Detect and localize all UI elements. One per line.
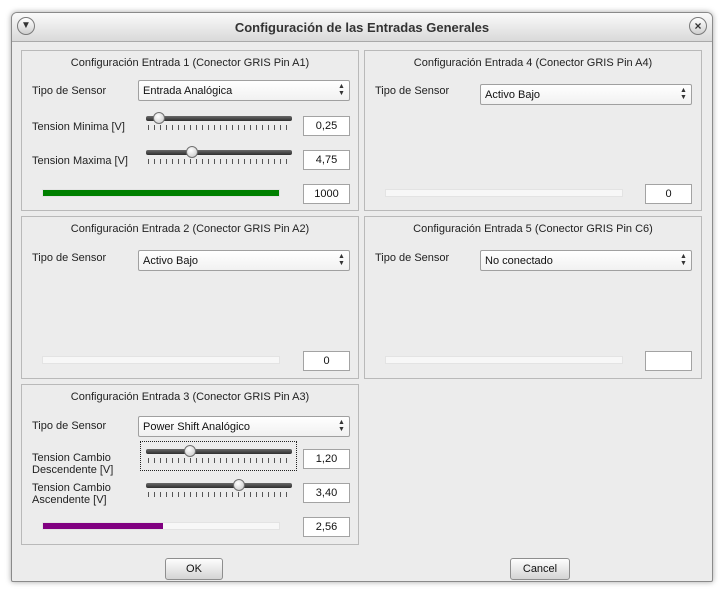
shift-up-label-line-1: Tension Cambio [32,482,111,494]
min-voltage-slider[interactable] [146,116,292,121]
sensor-type-select[interactable]: Entrada Analógica ▲ ▼ [138,80,350,101]
panel-title: Configuración Entrada 5 (Conector GRIS P… [413,223,653,235]
max-voltage-label: Tension Maxima [V] [32,155,128,167]
input-level-value [645,351,692,371]
sensor-type-select[interactable]: No conectado ▲ ▼ [480,250,692,271]
panel-entrada-3: Configuración Entrada 3 (Conector GRIS P… [21,384,359,545]
panel-entrada-2: Configuración Entrada 2 (Conector GRIS P… [21,216,359,379]
input-level-bar [42,356,280,364]
updown-arrow-icon: ▲ ▼ [680,253,687,267]
input-level-value: 0 [303,351,350,371]
slider-ticks [148,458,292,463]
sensor-type-label: Tipo de Sensor [32,85,107,97]
panel-entrada-1: Configuración Entrada 1 (Conector GRIS P… [21,50,359,211]
input-level-bar [42,189,280,197]
slider-ticks [148,125,292,130]
max-voltage-value[interactable]: 4,75 [303,150,350,170]
shift-down-slider[interactable] [146,449,292,454]
shift-up-value[interactable]: 3,40 [303,483,350,503]
input-level-value: 2,56 [303,517,350,537]
panel-title: Configuración Entrada 1 (Conector GRIS P… [70,57,310,69]
shift-down-label-line-1: Tension Cambio [32,452,111,464]
sensor-type-value: Activo Bajo [143,255,199,267]
updown-arrow-icon: ▲ ▼ [680,87,687,101]
ok-button[interactable]: OK [165,558,223,580]
sensor-type-label: Tipo de Sensor [32,420,107,432]
shift-down-slider-handle[interactable] [183,445,196,457]
slider-ticks [148,159,292,164]
input-level-value: 0 [645,184,692,204]
focus-outline [140,441,297,471]
input-level-bar [385,356,623,364]
min-voltage-value[interactable]: 0,25 [303,116,350,136]
sensor-type-label: Tipo de Sensor [375,85,450,97]
shift-down-label: Tension Cambio Descendente [V] [32,452,113,476]
updown-arrow-icon: ▲ ▼ [338,83,345,97]
input-level-bar [385,189,623,197]
window-title: Configuración de las Entradas Generales [234,20,490,35]
panel-title: Configuración Entrada 3 (Conector GRIS P… [70,391,310,403]
sensor-type-select[interactable]: Power Shift Analógico ▲ ▼ [138,416,350,437]
shift-down-value[interactable]: 1,20 [303,449,350,469]
sensor-type-value: Entrada Analógica [143,85,233,97]
shift-up-slider[interactable] [146,483,292,488]
input-level-value: 1000 [303,184,350,204]
shift-up-slider-handle[interactable] [233,479,246,491]
panel-entrada-5: Configuración Entrada 5 (Conector GRIS P… [364,216,702,379]
title-bar: ▼ Configuración de las Entradas Generale… [12,13,712,42]
sensor-type-value: Power Shift Analógico [143,421,251,433]
panel-title: Configuración Entrada 2 (Conector GRIS P… [70,223,310,235]
max-voltage-slider-handle[interactable] [186,146,199,158]
input-level-fill [43,523,164,529]
sensor-type-label: Tipo de Sensor [32,252,107,264]
sensor-type-value: Activo Bajo [485,89,541,101]
updown-arrow-icon: ▲ ▼ [338,419,345,433]
min-voltage-label: Tension Minima [V] [32,121,125,133]
sensor-type-value: No conectado [485,255,553,267]
max-voltage-slider[interactable] [146,150,292,155]
shift-up-label-line-2: Ascendente [V] [32,494,107,506]
panel-title: Configuración Entrada 4 (Conector GRIS P… [413,57,653,69]
panel-entrada-4: Configuración Entrada 4 (Conector GRIS P… [364,50,702,211]
shift-down-label-line-2: Descendente [V] [32,464,114,476]
sensor-type-select[interactable]: Activo Bajo ▲ ▼ [138,250,350,271]
shift-up-label: Tension Cambio Ascendente [V] [32,482,111,506]
cancel-button[interactable]: Cancel [510,558,570,580]
sensor-type-select[interactable]: Activo Bajo ▲ ▼ [480,84,692,105]
config-dialog: ▼ Configuración de las Entradas Generale… [11,12,713,582]
close-icon[interactable]: × [689,17,707,35]
slider-ticks [148,492,292,497]
input-level-fill [43,190,279,196]
min-voltage-slider-handle[interactable] [152,112,165,124]
sensor-type-label: Tipo de Sensor [375,252,450,264]
updown-arrow-icon: ▲ ▼ [338,253,345,267]
input-level-bar [42,522,280,530]
